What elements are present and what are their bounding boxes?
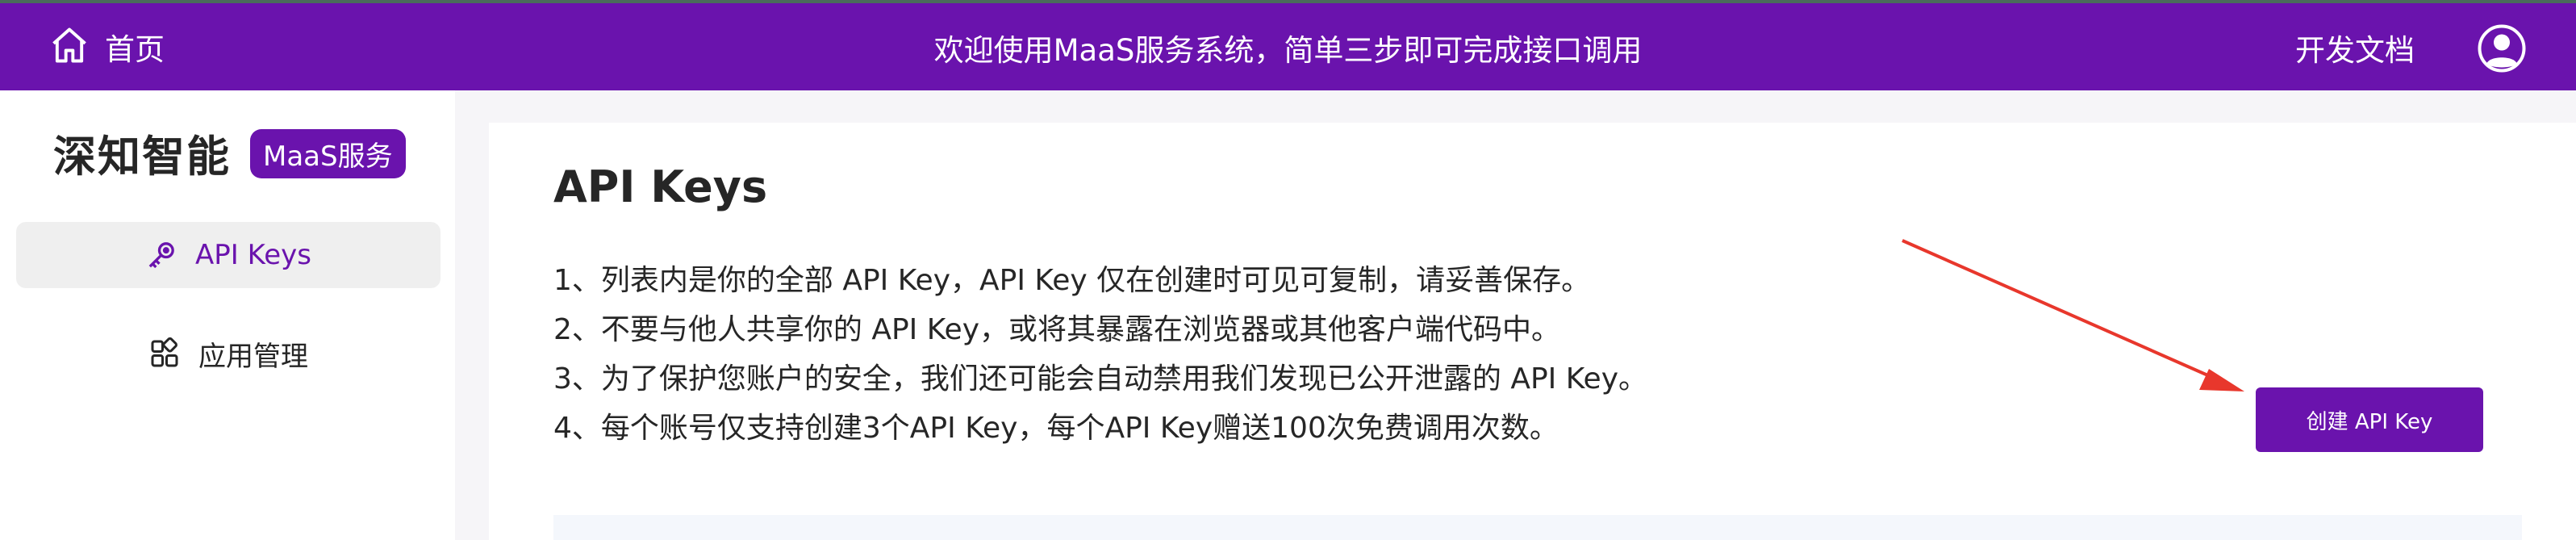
note-item: 3、为了保护您账户的安全，我们还可能会自动禁用我们发现已公开泄露的 API Ke… xyxy=(553,362,1648,396)
developer-docs-link[interactable]: 开发文档 xyxy=(2295,26,2415,69)
user-avatar-button[interactable] xyxy=(2478,24,2526,73)
grid-icon xyxy=(151,337,178,367)
page-title: API Keys xyxy=(553,161,768,212)
top-navigation-bar: 首页 欢迎使用MaaS服务系统，简单三步即可完成接口调用 开发文档 xyxy=(0,3,2576,90)
welcome-banner: 欢迎使用MaaS服务系统，简单三步即可完成接口调用 xyxy=(933,33,1643,68)
api-keys-panel: API Keys 1、列表内是你的全部 API Key，API Key 仅在创建… xyxy=(489,123,2576,540)
brand-badge: MaaS服务 xyxy=(250,128,406,178)
key-icon xyxy=(148,242,174,269)
sidebar-item-label: API Keys xyxy=(195,239,311,271)
sidebar-item-label: 应用管理 xyxy=(198,340,308,373)
sidebar: 深知智能 MaaS服务 API Keys 应用管理 xyxy=(0,90,455,540)
note-item: 2、不要与他人共享你的 API Key，或将其暴露在浏览器或其他客户端代码中。 xyxy=(553,313,1561,346)
brand-name: 深知智能 xyxy=(53,132,231,182)
api-keys-table xyxy=(553,515,2522,540)
user-icon xyxy=(2478,24,2526,73)
sidebar-item-api-keys[interactable]: API Keys xyxy=(16,222,440,288)
brand: 深知智能 MaaS服务 xyxy=(53,123,406,184)
create-api-key-button[interactable]: 创建 API Key xyxy=(2256,387,2483,452)
sidebar-item-app-management[interactable]: 应用管理 xyxy=(16,320,440,387)
note-item: 4、每个账号仅支持创建3个API Key，每个API Key赠送100次免费调用… xyxy=(553,412,1559,445)
usage-notes: 1、列表内是你的全部 API Key，API Key 仅在创建时可见可复制，请妥… xyxy=(553,256,1647,453)
note-item: 1、列表内是你的全部 API Key，API Key 仅在创建时可见可复制，请妥… xyxy=(553,264,1591,297)
